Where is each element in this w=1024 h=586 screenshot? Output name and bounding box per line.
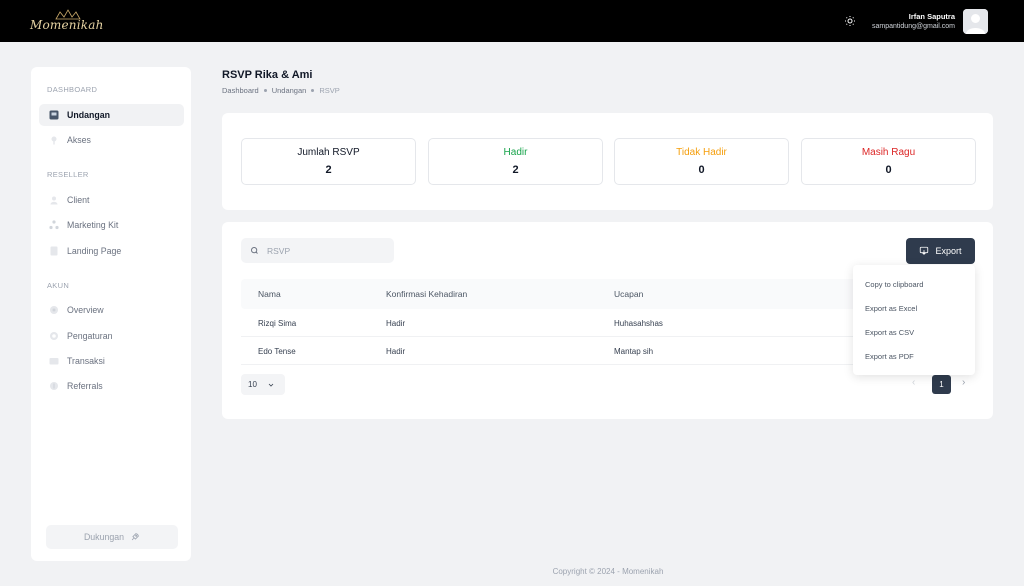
sidebar-item-label: Marketing Kit bbox=[67, 220, 119, 230]
sidebar-item-akses[interactable]: Akses bbox=[39, 129, 184, 151]
search-box bbox=[241, 238, 394, 263]
sidebar: DASHBOARD Undangan Akses RESELLER Client… bbox=[31, 67, 191, 561]
user-email: sampantidung@gmail.com bbox=[872, 23, 955, 30]
menu-item-export-csv[interactable]: Export as CSV bbox=[865, 328, 914, 337]
search-icon bbox=[251, 247, 258, 254]
stat-title: Tidak Hadir bbox=[676, 147, 727, 158]
user-name: Irfan Saputra bbox=[908, 12, 955, 21]
cell-konfirmasi: Hadir bbox=[386, 347, 406, 356]
stat-jumlah-rsvp: Jumlah RSVP 2 bbox=[241, 138, 416, 185]
key-icon bbox=[49, 135, 59, 145]
sidebar-item-landing-page[interactable]: Landing Page bbox=[39, 240, 184, 262]
sidebar-section-dashboard: DASHBOARD bbox=[47, 85, 98, 94]
breadcrumb: Dashboard Undangan RSVP bbox=[222, 86, 340, 95]
sidebar-item-client[interactable]: Client bbox=[39, 189, 184, 211]
stat-value: 0 bbox=[885, 164, 892, 176]
cell-ucapan: Mantap sih bbox=[614, 347, 654, 356]
breadcrumb-separator bbox=[311, 89, 315, 92]
settings-icon bbox=[49, 331, 59, 341]
pagination-next-button[interactable]: › bbox=[962, 377, 965, 388]
sidebar-item-referrals[interactable]: Referrals bbox=[39, 375, 184, 397]
download-icon bbox=[920, 246, 929, 255]
crown-ornament-icon bbox=[55, 9, 81, 20]
stat-value: 2 bbox=[325, 164, 332, 176]
page-title: RSVP Rika & Ami bbox=[222, 69, 313, 81]
export-dropdown-menu: Copy to clipboard Export as Excel Export… bbox=[853, 265, 975, 375]
user-info[interactable]: Irfan Saputra sampantidung@gmail.com bbox=[872, 12, 955, 30]
sidebar-item-label: Transaksi bbox=[67, 356, 105, 366]
export-button[interactable]: Export bbox=[906, 238, 975, 264]
breadcrumb-undangan[interactable]: Undangan bbox=[272, 86, 307, 95]
stat-masih-ragu: Masih Ragu 0 bbox=[801, 138, 976, 185]
sidebar-item-marketing-kit[interactable]: Marketing Kit bbox=[39, 214, 184, 236]
sidebar-item-transaksi[interactable]: Transaksi bbox=[39, 350, 184, 372]
column-header-nama[interactable]: Nama bbox=[258, 289, 281, 299]
stat-title: Hadir bbox=[503, 147, 528, 158]
stat-tidak-hadir: Tidak Hadir 0 bbox=[614, 138, 789, 185]
sidebar-item-overview[interactable]: Overview bbox=[39, 299, 184, 321]
share-icon bbox=[49, 220, 59, 230]
avatar[interactable] bbox=[963, 9, 988, 34]
wallet-icon bbox=[49, 356, 59, 366]
pagination-page-button[interactable]: 1 bbox=[932, 375, 951, 394]
page-size-value: 10 bbox=[248, 380, 257, 389]
sidebar-section-reseller: RESELLER bbox=[47, 170, 89, 179]
rsvp-stats-card: Jumlah RSVP 2 Hadir 2 Tidak Hadir 0 Masi… bbox=[222, 113, 993, 210]
user-icon bbox=[49, 195, 59, 205]
dollar-icon bbox=[49, 381, 59, 391]
column-header-konfirmasi[interactable]: Konfirmasi Kehadiran bbox=[386, 289, 467, 299]
cell-nama: Rizqi Sima bbox=[258, 319, 297, 328]
sidebar-item-label: Overview bbox=[67, 305, 104, 315]
stat-value: 2 bbox=[512, 164, 519, 176]
user-avatar-icon bbox=[963, 9, 988, 34]
column-header-ucapan[interactable]: Ucapan bbox=[614, 289, 643, 299]
top-bar: Momenikah Irfan Saputra sampantidung@gma… bbox=[0, 0, 1024, 42]
search-input[interactable] bbox=[267, 245, 377, 256]
sun-icon bbox=[845, 16, 855, 26]
stat-title: Jumlah RSVP bbox=[297, 147, 360, 158]
menu-item-copy-clipboard[interactable]: Copy to clipboard bbox=[865, 280, 923, 289]
logo[interactable]: Momenikah bbox=[30, 9, 104, 32]
menu-item-export-excel[interactable]: Export as Excel bbox=[865, 304, 917, 313]
support-button[interactable]: Dukungan bbox=[46, 525, 178, 549]
export-label: Export bbox=[935, 246, 962, 256]
stat-title: Masih Ragu bbox=[861, 147, 916, 158]
breadcrumb-current: RSVP bbox=[319, 86, 340, 95]
sidebar-item-label: Landing Page bbox=[67, 246, 122, 256]
logo-text: Momenikah bbox=[30, 18, 104, 32]
cell-konfirmasi: Hadir bbox=[386, 319, 406, 328]
sidebar-item-label: Pengaturan bbox=[67, 331, 113, 341]
chevron-down-icon bbox=[268, 383, 274, 387]
cell-nama: Edo Tense bbox=[258, 347, 296, 356]
invitation-icon bbox=[49, 110, 59, 120]
breadcrumb-dashboard[interactable]: Dashboard bbox=[222, 86, 259, 95]
page-icon bbox=[49, 246, 59, 256]
overview-icon bbox=[49, 305, 59, 315]
page-size-select[interactable]: 10 bbox=[241, 374, 285, 395]
support-label: Dukungan bbox=[83, 532, 125, 542]
sidebar-item-label: Akses bbox=[67, 135, 91, 145]
pagination-prev-button[interactable]: ‹ bbox=[912, 377, 915, 388]
menu-item-export-pdf[interactable]: Export as PDF bbox=[865, 352, 914, 361]
cell-ucapan: Huhasahshas bbox=[614, 319, 663, 328]
breadcrumb-separator bbox=[263, 89, 267, 92]
sidebar-item-label: Referrals bbox=[67, 381, 103, 391]
sidebar-item-label: Undangan bbox=[67, 110, 111, 120]
stat-hadir: Hadir 2 bbox=[428, 138, 603, 185]
stat-value: 0 bbox=[698, 164, 705, 176]
footer-copyright: Copyright © 2024 - Momenikah bbox=[552, 567, 664, 576]
sidebar-section-akun: AKUN bbox=[47, 281, 70, 290]
sidebar-item-label: Client bbox=[67, 195, 90, 205]
rocket-icon bbox=[131, 533, 139, 541]
sidebar-item-undangan[interactable]: Undangan bbox=[39, 104, 184, 126]
theme-toggle-button[interactable] bbox=[842, 13, 858, 29]
sidebar-item-pengaturan[interactable]: Pengaturan bbox=[39, 325, 184, 347]
